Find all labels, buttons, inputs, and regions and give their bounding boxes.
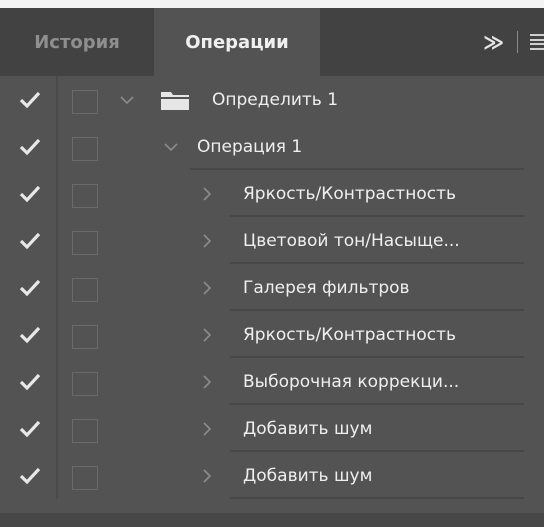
toggle-checkmark-icon[interactable] <box>17 405 43 452</box>
action-step-row[interactable]: Галерея фильтров <box>0 264 544 311</box>
column-divider <box>56 264 58 311</box>
chevron-right-icon[interactable] <box>200 264 214 311</box>
toolbar-separator <box>517 31 518 53</box>
panel-bottom-strip <box>0 513 544 527</box>
column-divider <box>56 123 58 170</box>
tab-history[interactable]: История <box>0 8 154 76</box>
actions-list: Определить 1 Операция 1 Яркость/Контраст… <box>0 76 544 499</box>
dialog-toggle-box[interactable] <box>72 231 98 255</box>
hamburger-menu-icon[interactable] <box>530 34 544 50</box>
action-step-row[interactable]: Выборочная коррекци... <box>0 358 544 405</box>
toggle-checkmark-icon[interactable] <box>17 452 43 499</box>
dialog-toggle-box[interactable] <box>72 184 98 208</box>
toggle-checkmark-icon[interactable] <box>17 123 43 170</box>
action-step-label: Выборочная коррекци... <box>243 371 460 392</box>
column-divider <box>56 170 58 217</box>
dialog-toggle-box[interactable] <box>72 90 98 114</box>
actions-panel: История Операции ≫ Определить 1 Операция… <box>0 0 544 527</box>
column-divider <box>56 358 58 405</box>
row-divider <box>230 497 524 499</box>
tab-bar-tools: ≫ <box>483 8 544 76</box>
action-step-label: Галерея фильтров <box>243 277 410 298</box>
toggle-checkmark-icon[interactable] <box>17 358 43 405</box>
tab-history-label: История <box>34 31 120 53</box>
chevron-right-icon[interactable] <box>200 358 214 405</box>
chevron-right-icon[interactable] <box>200 405 214 452</box>
column-divider <box>56 217 58 264</box>
dialog-toggle-box[interactable] <box>72 325 98 349</box>
dialog-toggle-box[interactable] <box>72 137 98 161</box>
tab-actions[interactable]: Операции <box>154 8 320 76</box>
action-step-row[interactable]: Добавить шум <box>0 405 544 452</box>
folder-icon <box>161 92 189 110</box>
column-divider <box>56 452 58 499</box>
action-row[interactable]: Операция 1 <box>0 123 544 170</box>
action-step-label: Добавить шум <box>243 465 373 486</box>
chevron-right-icon[interactable] <box>200 311 214 358</box>
action-step-row[interactable]: Добавить шум <box>0 452 544 499</box>
action-step-row[interactable]: Цветовой тон/Насыще... <box>0 217 544 264</box>
panel-tab-bar: История Операции ≫ <box>0 8 544 76</box>
column-divider <box>56 405 58 452</box>
toggle-checkmark-icon[interactable] <box>17 311 43 358</box>
dialog-toggle-box[interactable] <box>72 419 98 443</box>
chevron-down-icon[interactable] <box>120 76 134 123</box>
action-step-row[interactable]: Яркость/Контрастность <box>0 170 544 217</box>
action-step-label: Добавить шум <box>243 418 373 439</box>
tab-actions-label: Операции <box>185 31 289 53</box>
chevron-down-icon[interactable] <box>164 123 178 170</box>
toggle-checkmark-icon[interactable] <box>17 217 43 264</box>
action-set-row[interactable]: Определить 1 <box>0 76 544 123</box>
dialog-toggle-box[interactable] <box>72 372 98 396</box>
chevron-right-icon[interactable] <box>200 217 214 264</box>
toggle-checkmark-icon[interactable] <box>17 264 43 311</box>
action-step-label: Цветовой тон/Насыще... <box>243 230 460 251</box>
toggle-checkmark-icon[interactable] <box>17 170 43 217</box>
column-divider <box>56 311 58 358</box>
chevron-right-icon[interactable] <box>200 170 214 217</box>
action-step-label: Яркость/Контрастность <box>243 324 456 345</box>
panel-top-edge <box>0 0 544 8</box>
column-divider <box>56 76 58 123</box>
chevron-double-right-icon[interactable]: ≫ <box>483 30 504 54</box>
action-step-label: Яркость/Контрастность <box>243 183 456 204</box>
chevron-right-icon[interactable] <box>200 452 214 499</box>
dialog-toggle-box[interactable] <box>72 278 98 302</box>
action-set-label: Определить 1 <box>212 89 339 110</box>
toggle-checkmark-icon[interactable] <box>17 76 43 123</box>
dialog-toggle-box[interactable] <box>72 466 98 490</box>
action-step-row[interactable]: Яркость/Контрастность <box>0 311 544 358</box>
action-label: Операция 1 <box>197 136 303 157</box>
